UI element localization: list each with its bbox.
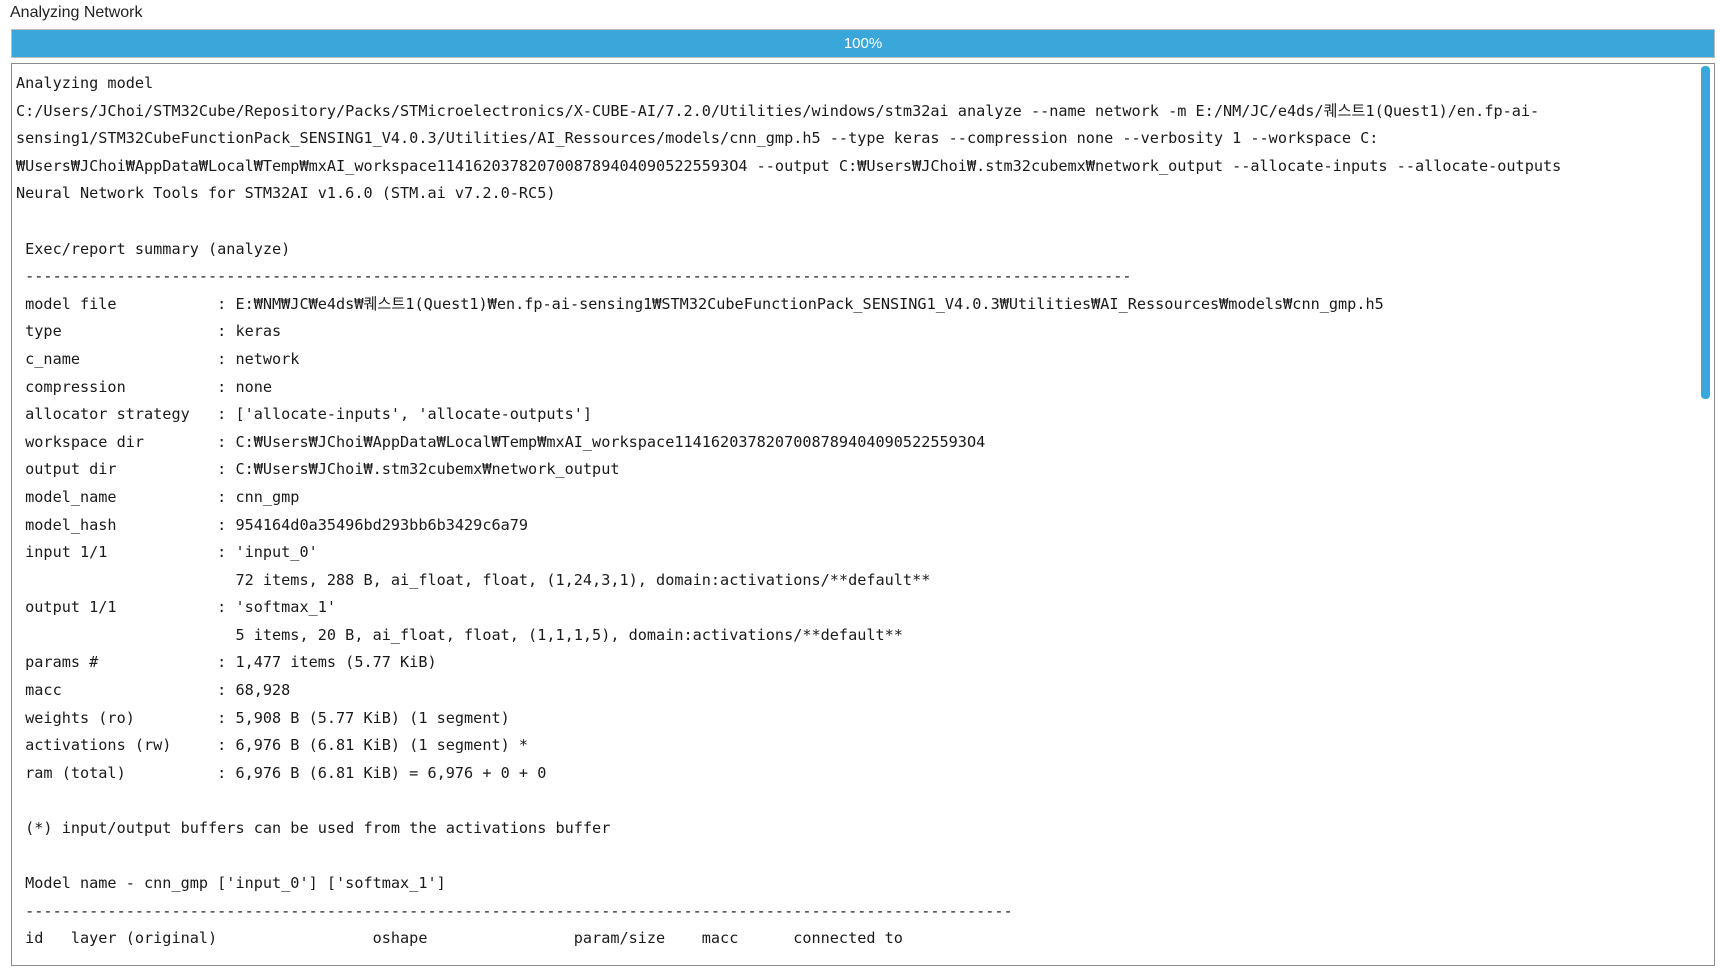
console-line: Exec/report summary (analyze) [16,239,291,258]
console-line: model file : E:₩NM₩JC₩e4ds₩퀘스트1(Quest1)₩… [16,294,1384,313]
console-log-text: Analyzing model C:/Users/JChoi/STM32Cube… [16,70,1692,966]
console-line: Model name - cnn_gmp ['input_0'] ['softm… [16,874,446,893]
progress-label: 100% [843,35,883,52]
console-line: type : keras [16,322,282,341]
console-line: model_hash : 954164d0a35496bd293bb6b3429… [16,515,529,534]
console-line: ₩Users₩JChoi₩AppData₩Local₩Temp₩mxAI_wor… [16,156,1562,175]
console-line: model_name : cnn_gmp [16,487,300,506]
dialog-title: Analyzing Network [10,4,143,21]
analyzing-network-dialog: Analyzing Network 100% Analyzing model C… [0,0,1720,970]
console-line: ----------------------------------------… [16,901,1013,920]
console-line: sensing1/STM32CubeFunctionPack_SENSING1_… [16,129,1379,148]
console-line: params # : 1,477 items (5.77 KiB) [16,653,437,672]
console-output-area[interactable]: Analyzing model C:/Users/JChoi/STM32Cube… [11,63,1715,966]
console-line: 5 items, 20 B, ai_float, float, (1,1,1,5… [16,625,903,644]
vertical-scrollbar[interactable] [1698,64,1712,965]
console-line: (*) input/output buffers can be used fro… [16,819,611,838]
console-line: Analyzing model [16,74,154,92]
console-line: activations (rw) : 6,976 B (6.81 KiB) (1… [16,736,529,755]
console-line: ----------------------------------------… [16,957,1013,966]
console-line: compression : none [16,377,273,396]
console-line: c_name : network [16,349,300,368]
console-line: workspace dir : C:₩Users₩JChoi₩AppData₩L… [16,432,986,451]
scrollbar-thumb[interactable] [1701,66,1710,399]
console-line: id layer (original) oshape param/size ma… [16,929,903,948]
console-line: macc : 68,928 [16,681,291,700]
console-line: weights (ro) : 5,908 B (5.77 KiB) (1 seg… [16,708,510,727]
console-line: C:/Users/JChoi/STM32Cube/Repository/Pack… [16,101,1540,120]
console-line: input 1/1 : 'input_0' [16,543,318,562]
console-line: output 1/1 : 'softmax_1' [16,598,337,617]
console-line: ----------------------------------------… [16,267,1132,286]
console-line: Neural Network Tools for STM32AI v1.6.0 … [16,184,556,203]
console-line: 72 items, 288 B, ai_float, float, (1,24,… [16,570,931,589]
console-line: ram (total) : 6,976 B (6.81 KiB) = 6,976… [16,763,547,782]
progress-bar: 100% [11,29,1715,58]
console-line: output dir : C:₩Users₩JChoi₩.stm32cubemx… [16,460,620,479]
console-line: allocator strategy : ['allocate-inputs',… [16,405,593,424]
